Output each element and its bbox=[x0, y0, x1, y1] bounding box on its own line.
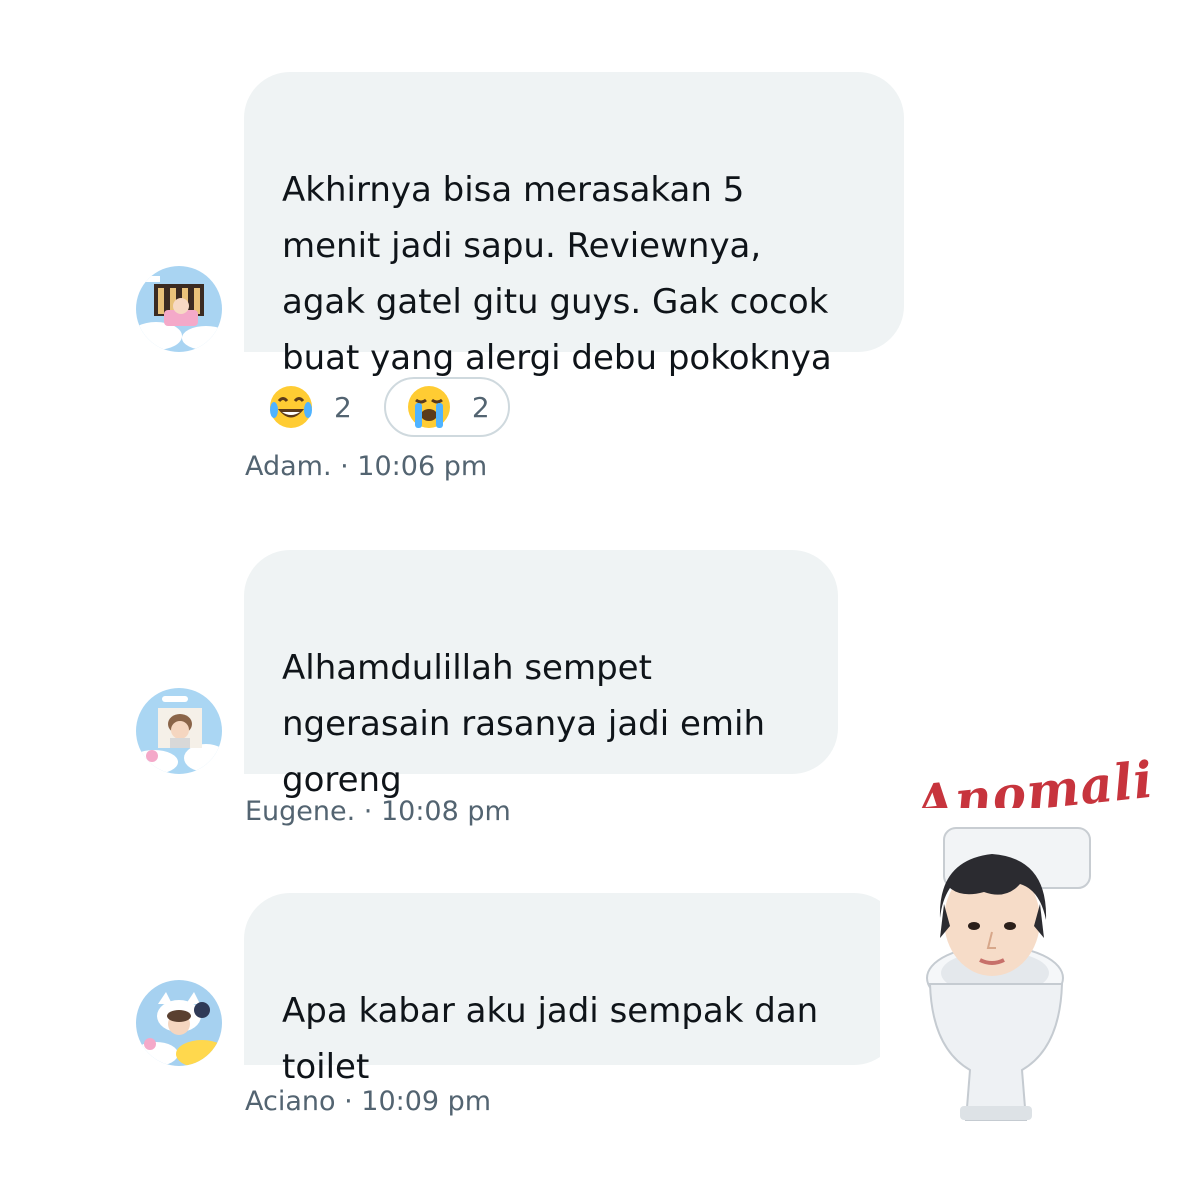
face-with-tears-of-joy-icon bbox=[268, 384, 314, 430]
message-meta: Eugene. · 10:08 pm bbox=[245, 796, 511, 827]
reaction-count: 2 bbox=[471, 390, 490, 424]
message-text: Akhirnya bisa merasakan 5 menit jadi sap… bbox=[282, 170, 832, 378]
message-meta: Aciano · 10:09 pm bbox=[245, 1086, 492, 1117]
loudly-crying-face-icon bbox=[406, 384, 452, 430]
message-text: Alhamdulillah sempet ngerasain rasanya j… bbox=[282, 648, 766, 800]
message-text: Apa kabar aku jadi sempak dan toilet bbox=[282, 991, 819, 1087]
message-bubble[interactable]: Apa kabar aku jadi sempak dan toilet bbox=[244, 893, 900, 1087]
message-bubble[interactable]: Alhamdulillah sempet ngerasain rasanya j… bbox=[244, 550, 838, 800]
avatar[interactable] bbox=[136, 688, 222, 774]
reaction-crying[interactable]: 2 bbox=[383, 377, 510, 437]
reaction-count: 2 bbox=[334, 390, 352, 424]
message-meta: Adam. · 10:06 pm bbox=[245, 451, 488, 482]
avatar[interactable] bbox=[136, 980, 222, 1066]
reaction-laughing[interactable]: 2 bbox=[248, 377, 370, 437]
reactions-bar: 2 2 bbox=[248, 377, 510, 437]
message-bubble[interactable]: Akhirnya bisa merasakan 5 menit jadi sap… bbox=[244, 72, 904, 378]
avatar[interactable] bbox=[136, 266, 222, 352]
person-in-toilet-sticker bbox=[880, 808, 1170, 1132]
